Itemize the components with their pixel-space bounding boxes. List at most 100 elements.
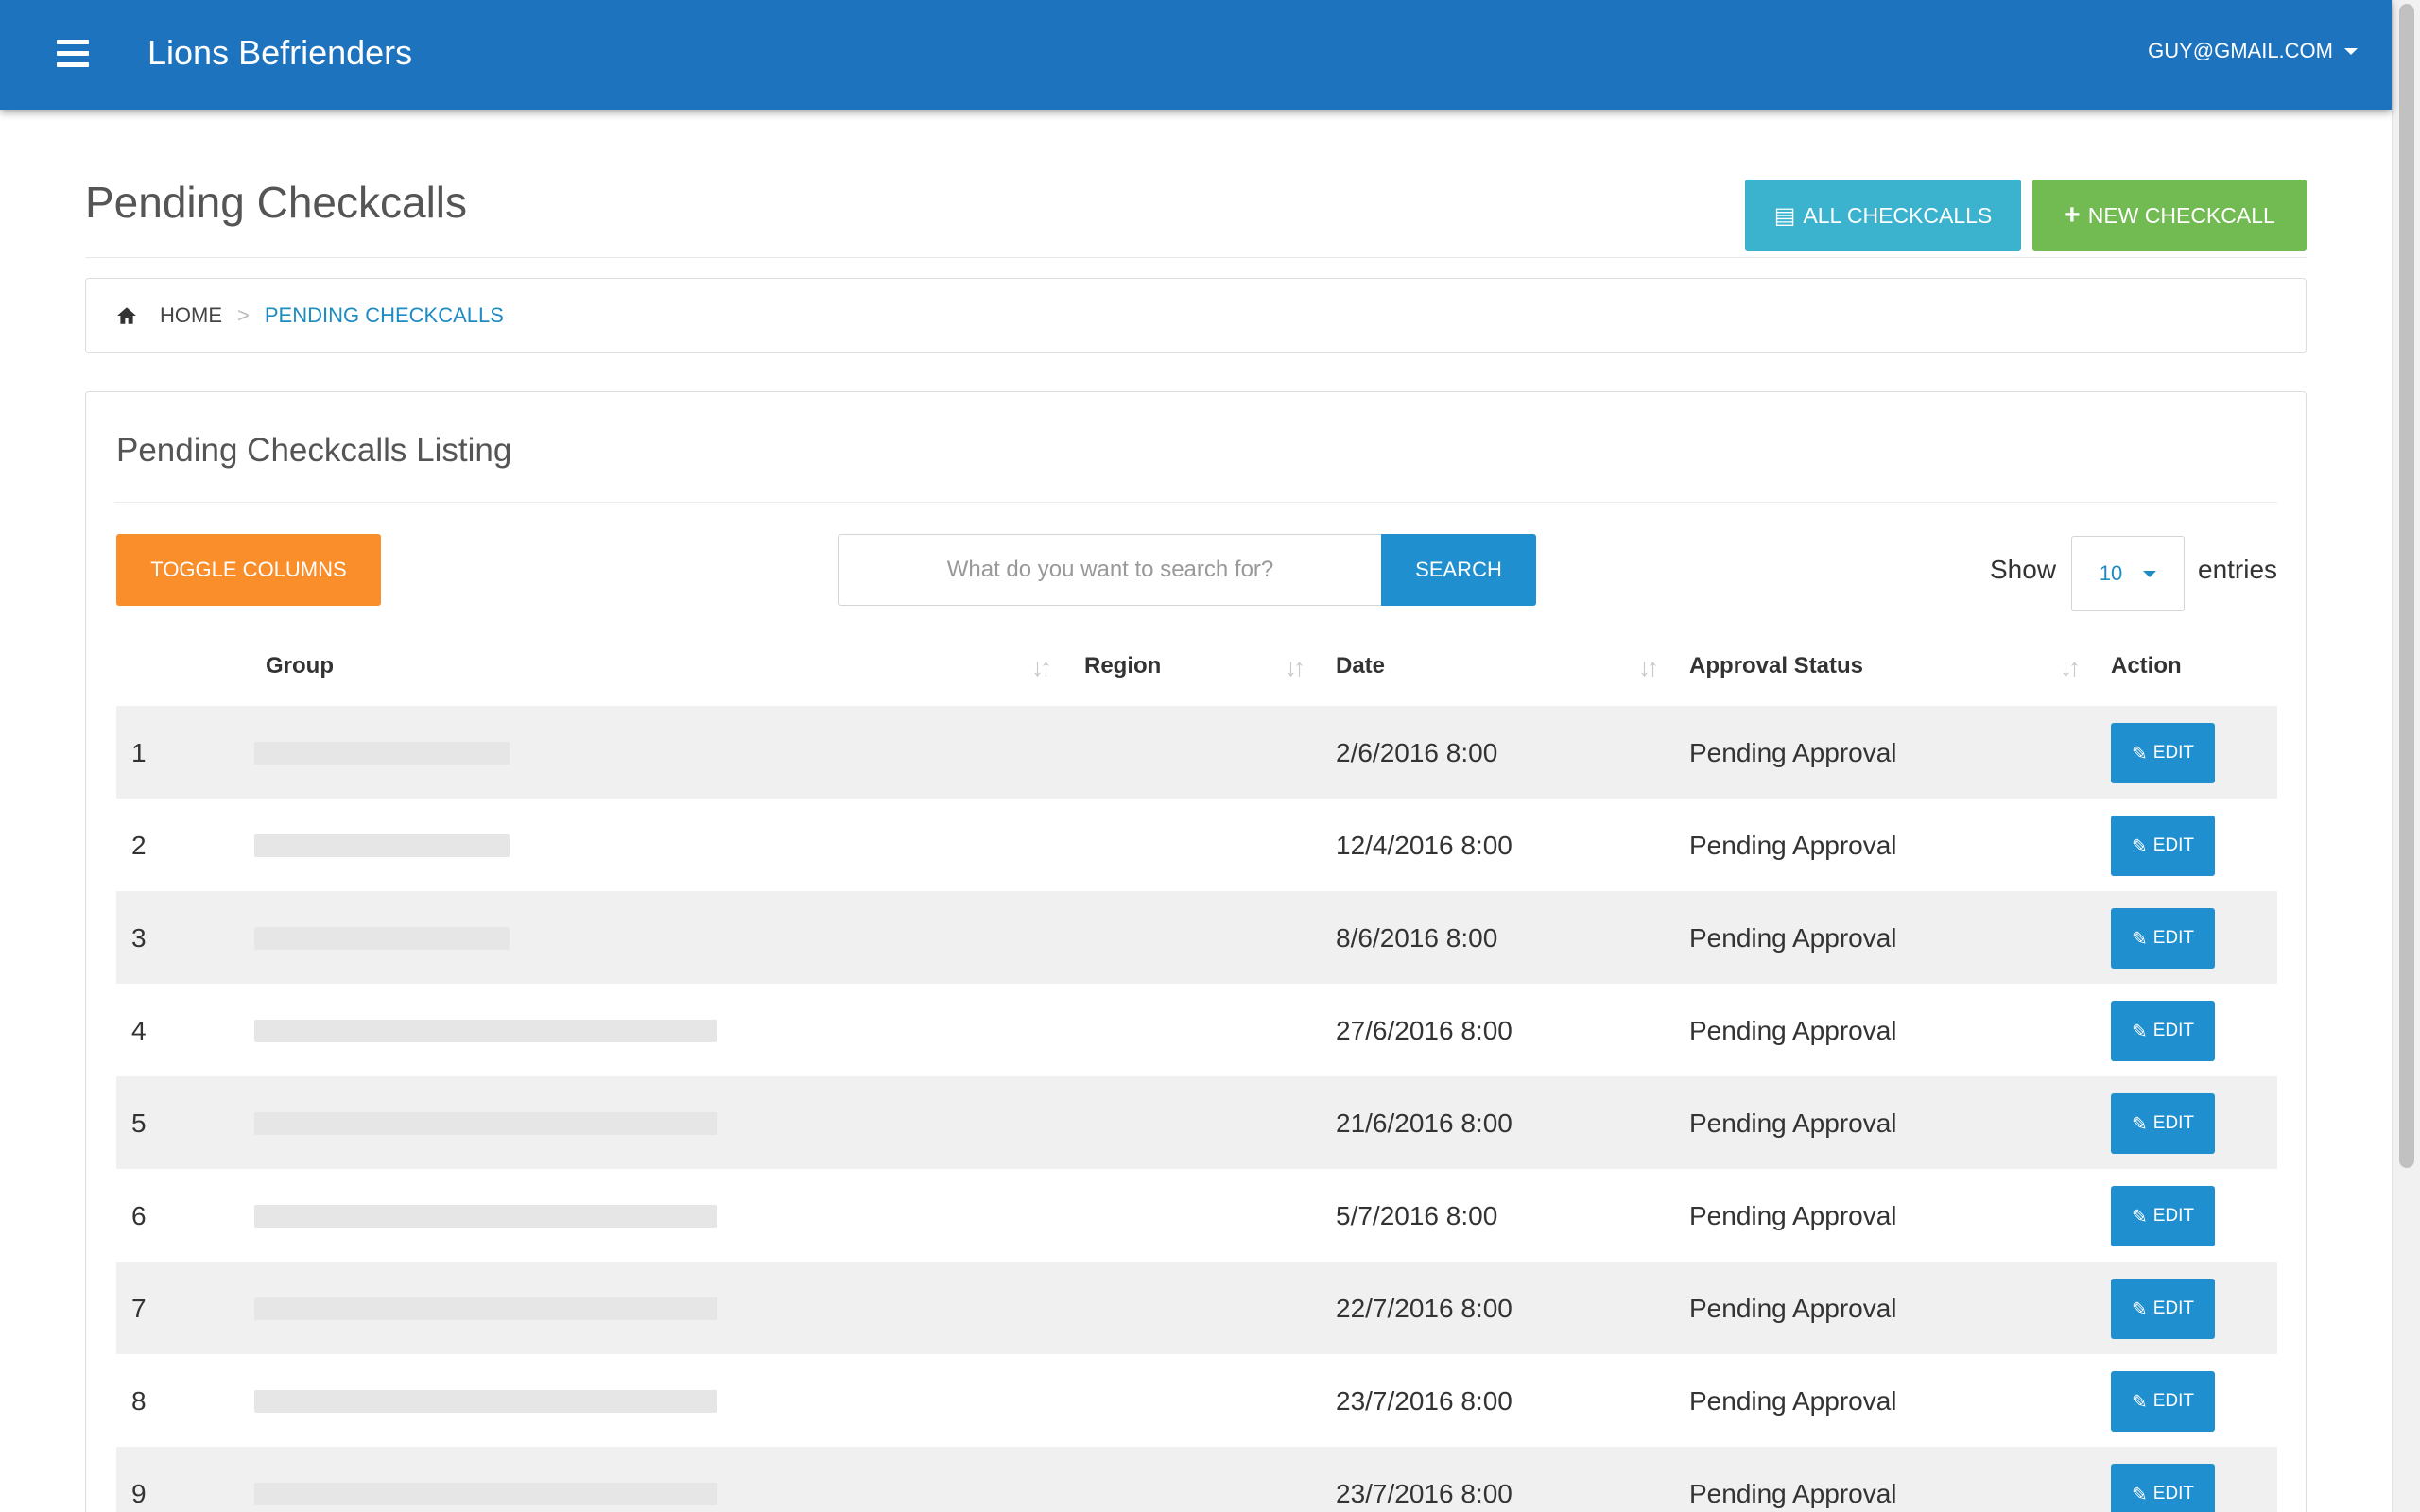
column-header-group[interactable]: Group bbox=[266, 653, 334, 679]
edit-icon: ✎ bbox=[2131, 835, 2148, 857]
row-number: 9 bbox=[131, 1479, 147, 1508]
edit-button[interactable]: ✎ EDIT bbox=[2111, 816, 2215, 876]
row-approval-status: Pending Approval bbox=[1689, 831, 1897, 860]
table-row: 9 23/7/2016 8:00 Pending Approval ✎ EDIT bbox=[116, 1447, 2277, 1512]
edit-label: EDIT bbox=[2152, 743, 2195, 763]
home-icon[interactable] bbox=[116, 305, 137, 326]
breadcrumb: HOME > PENDING CHECKCALLS bbox=[85, 278, 2307, 353]
edit-label: EDIT bbox=[2152, 1298, 2195, 1318]
sort-icon[interactable]: ↓↑ bbox=[1031, 653, 1052, 682]
search-button[interactable]: SEARCH bbox=[1381, 534, 1536, 606]
row-approval-status: Pending Approval bbox=[1689, 923, 1897, 953]
user-menu[interactable]: GUY@GMAIL.COM bbox=[2148, 38, 2358, 64]
row-number: 8 bbox=[131, 1386, 147, 1416]
user-email: GUY@GMAIL.COM bbox=[2148, 39, 2333, 62]
brand-title[interactable]: Lions Befrienders bbox=[147, 32, 412, 74]
group-link-redacted[interactable] bbox=[254, 1020, 717, 1042]
all-checkcalls-button[interactable]: ▤ ALL CHECKCALLS bbox=[1745, 180, 2021, 251]
row-date: 23/7/2016 8:00 bbox=[1336, 1479, 1512, 1508]
entries-label: entries bbox=[2198, 555, 2278, 584]
edit-icon: ✎ bbox=[2131, 1113, 2148, 1135]
row-number: 6 bbox=[131, 1201, 147, 1230]
edit-label: EDIT bbox=[2152, 1391, 2195, 1411]
row-date: 2/6/2016 8:00 bbox=[1336, 738, 1498, 767]
table-body: 1 2/6/2016 8:00 Pending Approval ✎ EDIT 2 12/4… bbox=[116, 706, 2277, 1512]
table-row: 1 2/6/2016 8:00 Pending Approval ✎ EDIT bbox=[116, 706, 2277, 799]
table-row: 6 5/7/2016 8:00 Pending Approval ✎ EDIT bbox=[116, 1169, 2277, 1262]
new-checkcall-button[interactable]: + NEW CHECKCALL bbox=[2032, 180, 2307, 251]
breadcrumb-separator: > bbox=[237, 303, 250, 327]
sort-icon[interactable]: ↓↑ bbox=[1285, 653, 1305, 682]
group-link-redacted[interactable] bbox=[254, 1483, 717, 1505]
group-link-redacted[interactable] bbox=[254, 1390, 717, 1413]
table-row: 7 22/7/2016 8:00 Pending Approval ✎ EDIT bbox=[116, 1262, 2277, 1354]
page-scrollbar[interactable] bbox=[2392, 0, 2420, 1512]
row-number: 4 bbox=[131, 1016, 147, 1045]
listing-panel: Pending Checkcalls Listing TOGGLE COLUMN… bbox=[85, 391, 2307, 1512]
show-label: Show bbox=[1990, 555, 2057, 584]
group-link-redacted[interactable] bbox=[254, 742, 510, 765]
edit-button[interactable]: ✎ EDIT bbox=[2111, 723, 2215, 783]
edit-icon: ✎ bbox=[2131, 1206, 2148, 1228]
row-date: 8/6/2016 8:00 bbox=[1336, 923, 1498, 953]
table-row: 3 8/6/2016 8:00 Pending Approval ✎ EDIT bbox=[116, 891, 2277, 984]
edit-icon: ✎ bbox=[2131, 928, 2148, 950]
row-date: 12/4/2016 8:00 bbox=[1336, 831, 1512, 860]
all-checkcalls-label: ALL CHECKCALLS bbox=[1803, 202, 1993, 228]
row-approval-status: Pending Approval bbox=[1689, 1479, 1897, 1508]
breadcrumb-current: PENDING CHECKCALLS bbox=[264, 303, 504, 327]
table-row: 8 23/7/2016 8:00 Pending Approval ✎ EDIT bbox=[116, 1354, 2277, 1447]
edit-button[interactable]: ✎ EDIT bbox=[2111, 1464, 2215, 1512]
edit-icon: ✎ bbox=[2131, 1391, 2148, 1413]
row-date: 22/7/2016 8:00 bbox=[1336, 1294, 1512, 1323]
panel-title: Pending Checkcalls Listing bbox=[116, 432, 512, 469]
caret-down-icon bbox=[2143, 570, 2157, 577]
search-input[interactable] bbox=[838, 534, 1381, 606]
group-link-redacted[interactable] bbox=[254, 1205, 717, 1228]
group-link-redacted[interactable] bbox=[254, 834, 510, 857]
edit-icon: ✎ bbox=[2131, 1484, 2148, 1505]
breadcrumb-home[interactable]: HOME bbox=[160, 303, 222, 328]
list-icon: ▤ bbox=[1773, 202, 1796, 229]
edit-button[interactable]: ✎ EDIT bbox=[2111, 908, 2215, 969]
panel-divider bbox=[114, 502, 2277, 503]
edit-label: EDIT bbox=[2152, 928, 2195, 948]
group-link-redacted[interactable] bbox=[254, 1297, 717, 1320]
edit-button[interactable]: ✎ EDIT bbox=[2111, 1186, 2215, 1246]
sort-icon[interactable]: ↓↑ bbox=[2060, 653, 2081, 682]
entries-select[interactable]: 10 bbox=[2071, 536, 2185, 611]
title-divider bbox=[85, 257, 2307, 258]
edit-button[interactable]: ✎ EDIT bbox=[2111, 1093, 2215, 1154]
sort-icon[interactable]: ↓↑ bbox=[1638, 653, 1659, 682]
group-link-redacted[interactable] bbox=[254, 1112, 717, 1135]
edit-label: EDIT bbox=[2152, 1021, 2195, 1040]
row-approval-status: Pending Approval bbox=[1689, 1108, 1897, 1138]
table-row: 2 12/4/2016 8:00 Pending Approval ✎ EDIT bbox=[116, 799, 2277, 891]
page-title: Pending Checkcalls bbox=[85, 178, 468, 227]
entries-value: 10 bbox=[2099, 561, 2123, 585]
toggle-columns-button[interactable]: TOGGLE COLUMNS bbox=[116, 534, 381, 606]
top-navbar: Lions Befrienders GUY@GMAIL.COM bbox=[0, 0, 2392, 110]
scrollbar-thumb[interactable] bbox=[2399, 4, 2414, 1168]
edit-icon: ✎ bbox=[2131, 1298, 2148, 1320]
edit-button[interactable]: ✎ EDIT bbox=[2111, 1279, 2215, 1339]
edit-button[interactable]: ✎ EDIT bbox=[2111, 1001, 2215, 1061]
table-row: 4 27/6/2016 8:00 Pending Approval ✎ EDIT bbox=[116, 984, 2277, 1076]
column-header-approval-status[interactable]: Approval Status bbox=[1689, 653, 1863, 679]
checkcalls-table: Group ↓↑ Region ↓↑ Date ↓↑ Approval Stat… bbox=[116, 628, 2277, 1512]
row-number: 3 bbox=[131, 923, 147, 953]
edit-button[interactable]: ✎ EDIT bbox=[2111, 1371, 2215, 1432]
hamburger-icon[interactable] bbox=[57, 40, 89, 68]
row-number: 5 bbox=[131, 1108, 147, 1138]
column-header-region[interactable]: Region bbox=[1084, 653, 1161, 679]
edit-label: EDIT bbox=[2152, 835, 2195, 855]
edit-label: EDIT bbox=[2152, 1206, 2195, 1226]
group-link-redacted[interactable] bbox=[254, 927, 510, 950]
new-checkcall-label: NEW CHECKCALL bbox=[2087, 202, 2275, 228]
column-header-date[interactable]: Date bbox=[1336, 653, 1385, 679]
row-approval-status: Pending Approval bbox=[1689, 1201, 1897, 1230]
row-date: 21/6/2016 8:00 bbox=[1336, 1108, 1512, 1138]
row-date: 27/6/2016 8:00 bbox=[1336, 1016, 1512, 1045]
row-approval-status: Pending Approval bbox=[1689, 1016, 1897, 1045]
table-row: 5 21/6/2016 8:00 Pending Approval ✎ EDIT bbox=[116, 1076, 2277, 1169]
